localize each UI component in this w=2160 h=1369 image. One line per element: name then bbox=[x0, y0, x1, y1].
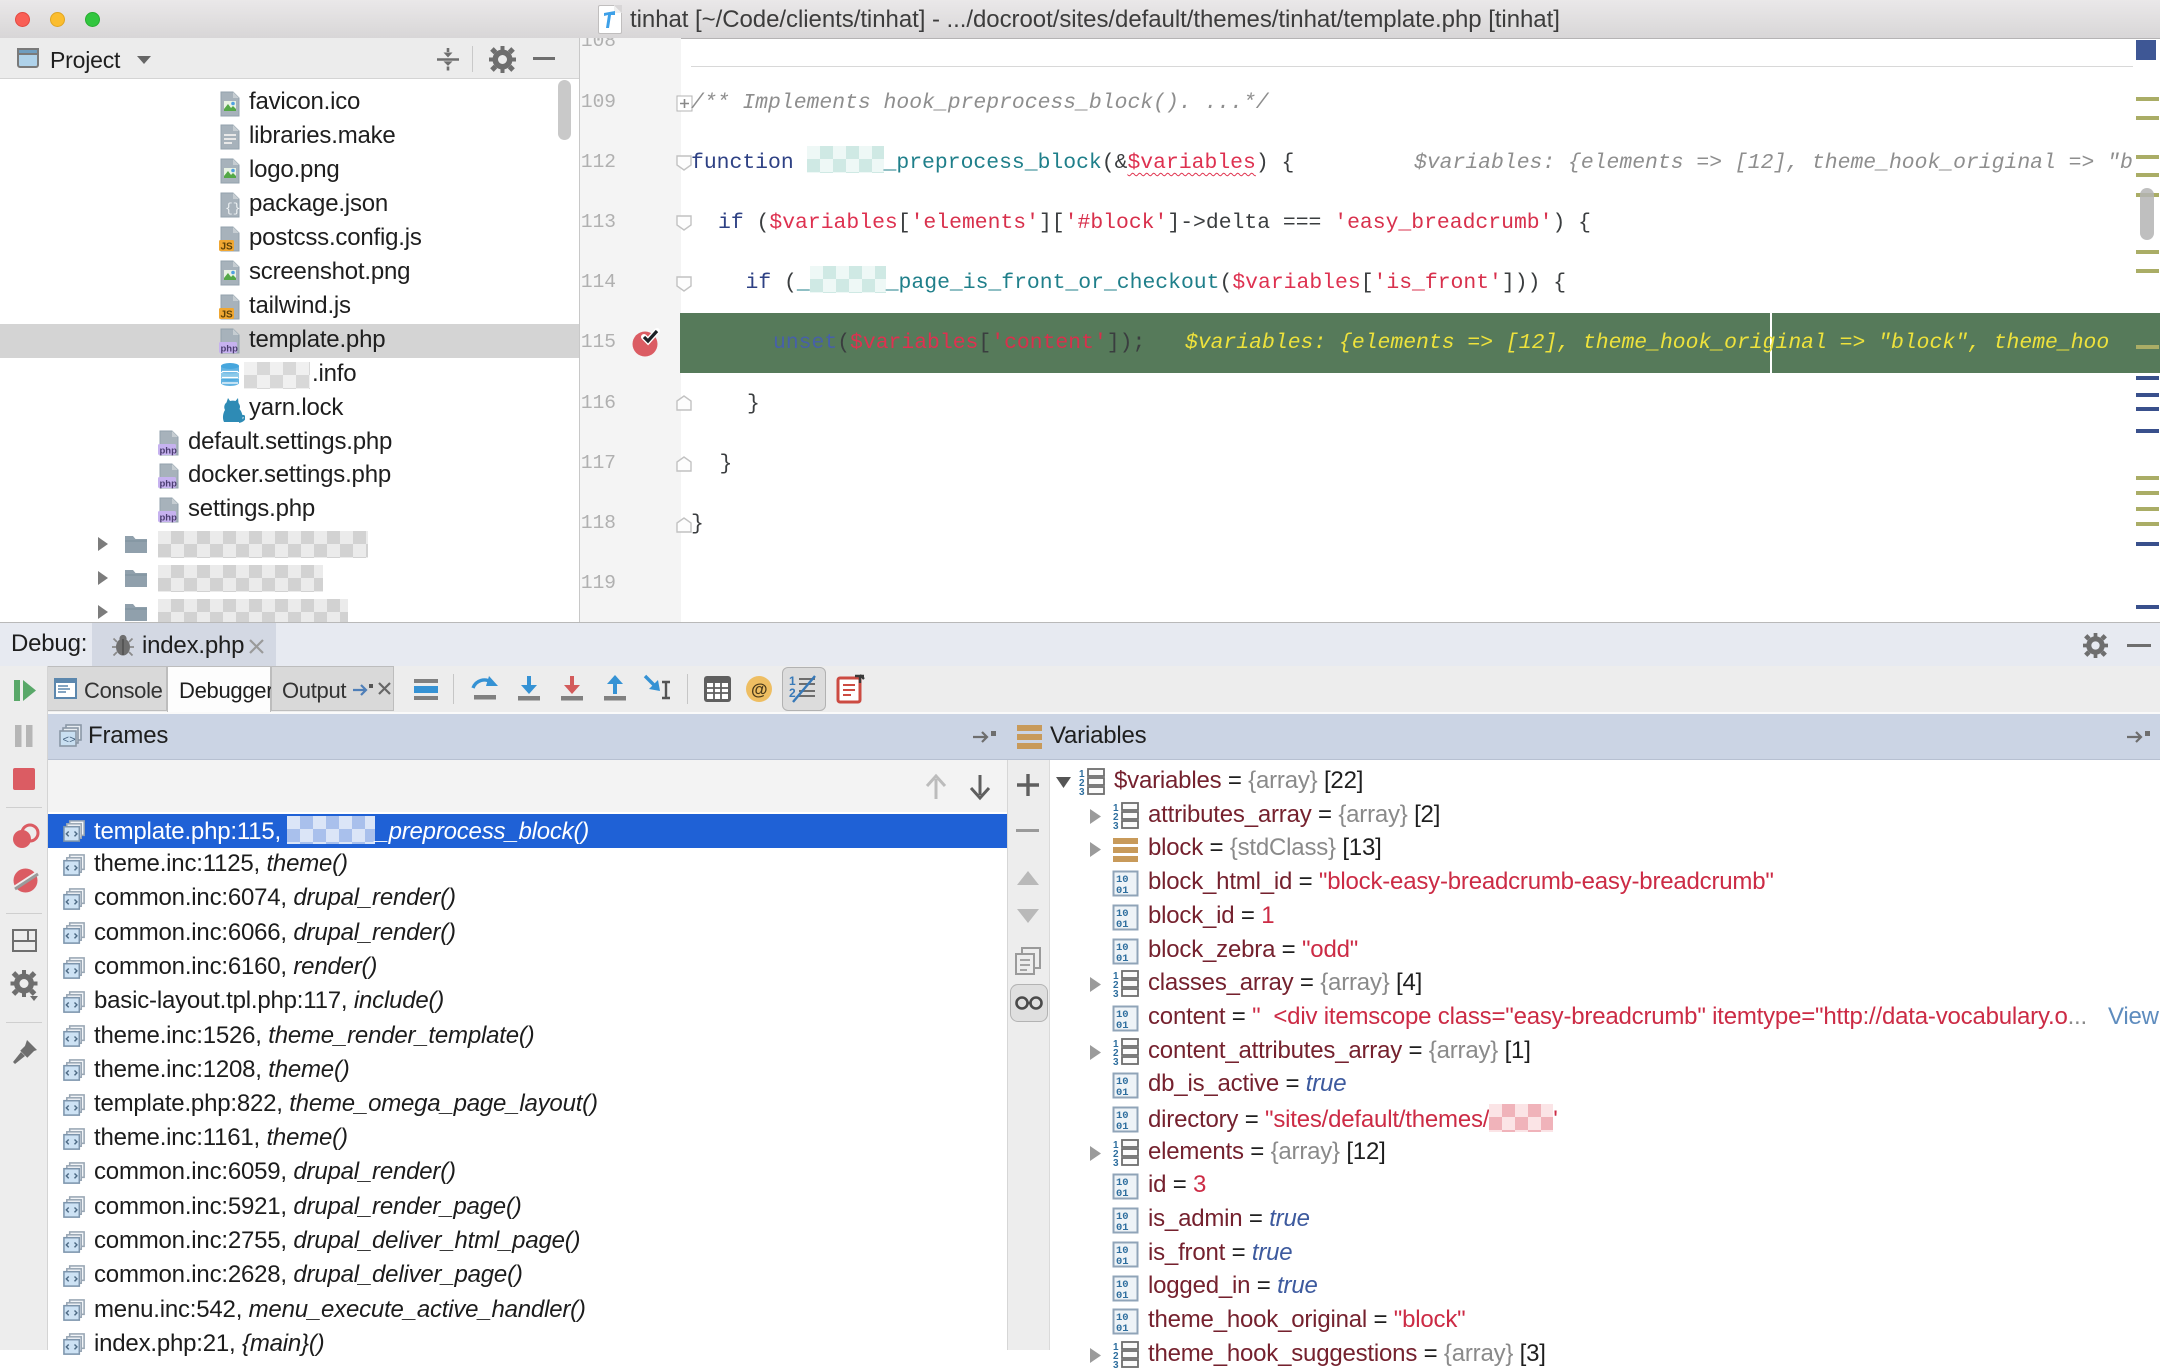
svg-text:JS: JS bbox=[221, 242, 234, 253]
svg-text:01: 01 bbox=[1116, 953, 1129, 965]
svg-text:php: php bbox=[160, 479, 178, 490]
svg-text:01: 01 bbox=[1116, 1020, 1129, 1032]
svg-text:3: 3 bbox=[1113, 1057, 1119, 1066]
svg-text:@: @ bbox=[751, 680, 768, 699]
svg-text:3: 3 bbox=[1113, 1158, 1119, 1167]
svg-text:3: 3 bbox=[1079, 787, 1085, 796]
svg-text:{}: {} bbox=[225, 201, 241, 216]
svg-text:01: 01 bbox=[1116, 1222, 1129, 1234]
svg-text:01: 01 bbox=[1116, 1290, 1129, 1302]
svg-text:01: 01 bbox=[1116, 1121, 1129, 1133]
svg-text:3: 3 bbox=[1113, 821, 1119, 830]
svg-text:01: 01 bbox=[1116, 1256, 1129, 1268]
svg-text:01: 01 bbox=[1116, 919, 1129, 931]
svg-text:php: php bbox=[221, 343, 239, 354]
svg-text:01: 01 bbox=[1116, 1087, 1129, 1099]
svg-text:01: 01 bbox=[1116, 885, 1129, 897]
svg-text:3: 3 bbox=[1113, 989, 1119, 998]
svg-text:php: php bbox=[160, 513, 178, 524]
svg-text:<>: <> bbox=[63, 735, 76, 747]
svg-text:php: php bbox=[160, 445, 178, 456]
svg-text:JS: JS bbox=[221, 309, 234, 320]
svg-text:3: 3 bbox=[1113, 1360, 1119, 1369]
svg-text:01: 01 bbox=[1116, 1323, 1129, 1335]
svg-text:01: 01 bbox=[1116, 1188, 1129, 1200]
